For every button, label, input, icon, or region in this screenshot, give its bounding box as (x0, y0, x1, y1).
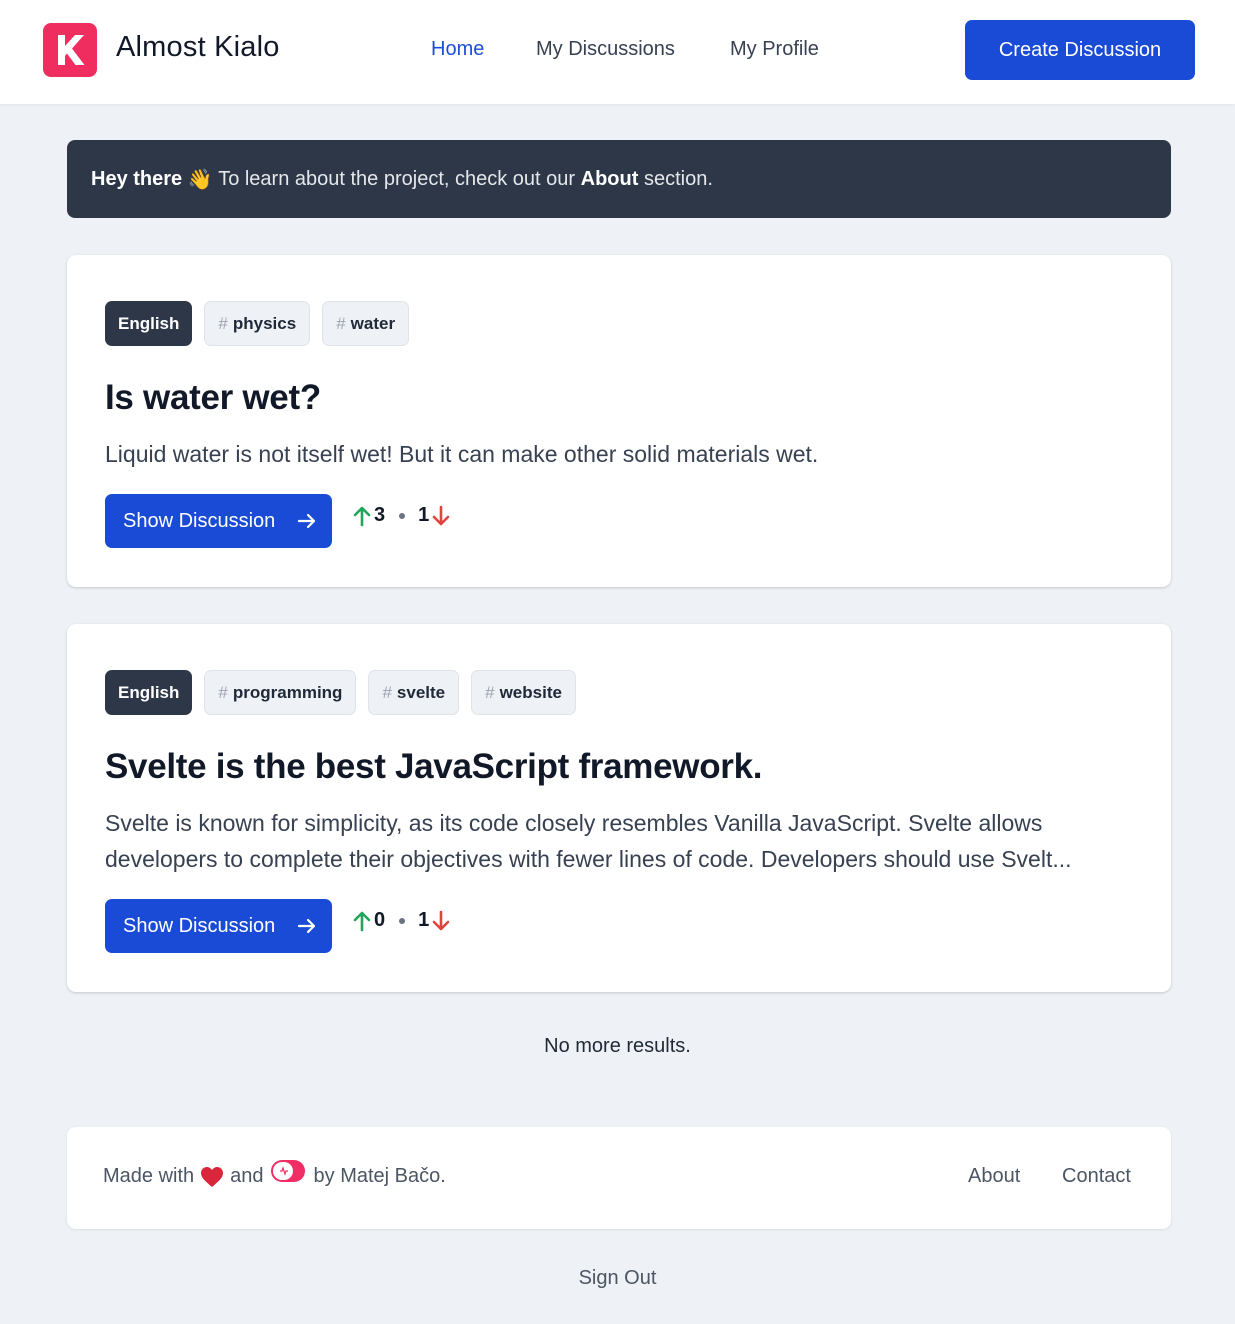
tag-chip[interactable]: # water (322, 301, 410, 346)
banner-about-link[interactable]: About (581, 168, 639, 191)
footer: Made with and by Matej Bačo. About Conta… (67, 1127, 1171, 1229)
separator-dot (399, 917, 406, 924)
footer-contact-link[interactable]: Contact (1062, 1165, 1131, 1188)
separator-dot (399, 512, 406, 519)
show-discussion-button[interactable]: Show Discussion (105, 899, 332, 953)
banner-text: To learn about the project, check out ou… (218, 167, 576, 190)
banner-text-end: section. (643, 167, 713, 190)
tag-list: English # physics # water (105, 301, 410, 346)
vote-summary: 0 1 (353, 909, 450, 932)
sign-out-link[interactable]: Sign Out (0, 1267, 1235, 1290)
discussion-title: Is water wet? (105, 378, 321, 417)
tag-chip[interactable]: # programming (204, 670, 357, 715)
arrow-right-icon (297, 513, 316, 529)
brand-logo-icon[interactable] (43, 23, 97, 77)
discussion-title: Svelte is the best JavaScript framework. (105, 747, 763, 786)
arrow-right-icon (297, 918, 316, 934)
footer-credit: Made with and by Matej Bačo. (103, 1159, 446, 1188)
brand-name[interactable]: Almost Kialo (116, 31, 280, 64)
wave-emoji-icon: 👋 (187, 168, 213, 191)
upvote-arrow-icon (353, 506, 371, 526)
discussion-card: English # programming # svelte # website Sv… (67, 624, 1171, 992)
upvote-count: 0 (374, 909, 386, 931)
language-badge: English (105, 301, 193, 346)
tag-list: English # programming # svelte # website (105, 670, 576, 715)
create-discussion-button[interactable]: Create Discussion (965, 20, 1195, 80)
downvote-arrow-icon (432, 910, 450, 930)
no-more-results: No more results. (544, 1035, 691, 1057)
downvote-arrow-icon (432, 505, 450, 525)
tag-chip[interactable]: # physics (204, 301, 311, 346)
heart-icon (201, 1166, 224, 1187)
appwrite-logo-icon (270, 1159, 305, 1182)
footer-about-link[interactable]: About (968, 1165, 1020, 1188)
downvote-count: 1 (418, 909, 430, 931)
discussion-description: Liquid water is not itself wet! But it c… (105, 441, 819, 467)
tag-chip[interactable]: # website (471, 670, 576, 715)
nav-home[interactable]: Home (431, 38, 484, 61)
discussion-card: English # physics # water Is water wet? Li… (67, 255, 1171, 587)
nav-my-discussions[interactable]: My Discussions (536, 38, 675, 61)
language-badge: English (105, 670, 193, 715)
vote-summary: 3 1 (353, 504, 450, 527)
top-navbar: Almost Kialo Home My Discussions My Prof… (0, 0, 1235, 104)
upvote-count: 3 (374, 504, 386, 526)
show-discussion-button[interactable]: Show Discussion (105, 494, 332, 548)
discussion-description: Svelte is known for simplicity, as its c… (105, 810, 1072, 872)
nav-my-profile[interactable]: My Profile (730, 38, 819, 61)
welcome-banner: Hey there 👋 To learn about the project, … (67, 140, 1171, 218)
downvote-count: 1 (418, 504, 430, 526)
upvote-arrow-icon (353, 911, 371, 931)
tag-chip[interactable]: # svelte (368, 670, 460, 715)
banner-greeting: Hey there (91, 167, 183, 190)
